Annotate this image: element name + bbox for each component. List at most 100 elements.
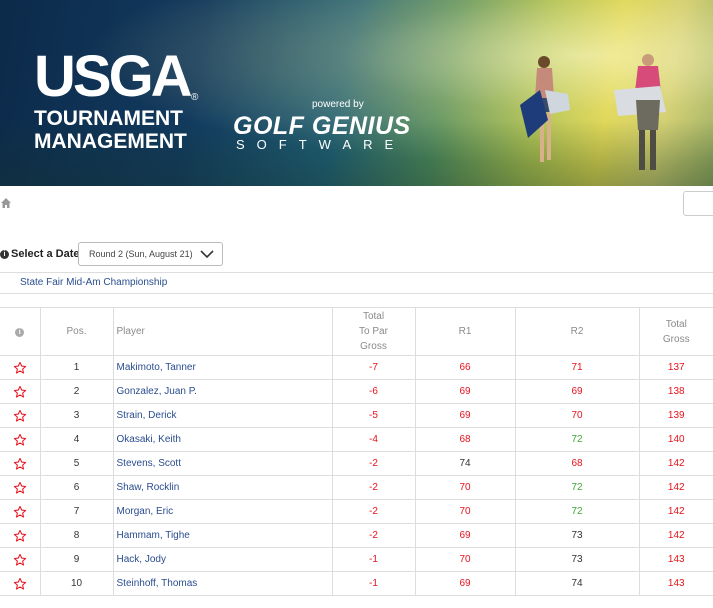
header-banner: USGA ® TOURNAMENT MANAGEMENT powered by … (0, 0, 713, 186)
player-name-cell[interactable]: Okasaki, Keith (112, 427, 333, 452)
position-cell: 10 (39, 571, 114, 596)
table-row[interactable]: 5 Stevens, Scott -2 74 68 142 (0, 451, 713, 476)
to-par-cell: -5 (331, 403, 416, 428)
date-select-dropdown[interactable]: Round 2 (Sun, August 21) (78, 242, 223, 266)
r1-score-cell: 70 (414, 475, 516, 500)
position-cell: 3 (39, 403, 114, 428)
tournament-name-link[interactable]: State Fair Mid-Am Championship (20, 277, 167, 288)
table-row[interactable]: 4 Okasaki, Keith -4 68 72 140 (0, 427, 713, 452)
registered-mark: ® (191, 92, 199, 103)
powered-by-text: powered by (312, 99, 364, 110)
r1-score-cell: 68 (414, 427, 516, 452)
table-row[interactable]: 7 Morgan, Eric -2 70 72 142 (0, 499, 713, 524)
col-header-pos[interactable]: Pos. (39, 307, 114, 356)
r1-score-cell: 70 (414, 499, 516, 524)
table-row[interactable]: 2 Gonzalez, Juan P. -6 69 69 138 (0, 379, 713, 404)
total-gross-cell: 142 (638, 475, 713, 500)
to-par-cell: -1 (331, 571, 416, 596)
player-name-cell[interactable]: Morgan, Eric (112, 499, 333, 524)
player-name-cell[interactable]: Strain, Derick (112, 403, 333, 428)
search-box[interactable] (683, 191, 713, 216)
star-outline-icon[interactable] (13, 529, 27, 543)
r2-score-cell: 73 (514, 523, 640, 548)
r1-score-cell: 66 (414, 355, 516, 380)
total-gross-cell: 139 (638, 403, 713, 428)
to-par-cell: -7 (331, 355, 416, 380)
to-par-cell: -1 (331, 547, 416, 572)
star-outline-icon[interactable] (13, 409, 27, 423)
table-row[interactable]: 3 Strain, Derick -5 69 70 139 (0, 403, 713, 428)
total-gross-cell: 143 (638, 547, 713, 572)
to-par-cell: -6 (331, 379, 416, 404)
banner-title-line1: TOURNAMENT (34, 107, 183, 130)
favorite-cell (0, 379, 41, 404)
table-row[interactable]: 1 Makimoto, Tanner -7 66 71 137 (0, 355, 713, 380)
golf-genius-logo: GOLF GENIUS (233, 112, 411, 140)
home-icon[interactable] (0, 197, 12, 209)
info-icon: i (15, 328, 25, 337)
table-row[interactable]: 10 Steinhoff, Thomas -1 69 74 143 (0, 571, 713, 596)
col-header-r2[interactable]: R2 (514, 307, 640, 356)
table-row[interactable]: 9 Hack, Jody -1 70 73 143 (0, 547, 713, 572)
favorite-cell (0, 355, 41, 380)
date-select-row: i Select a Date: (0, 244, 83, 264)
usga-logo: USGA (34, 44, 193, 109)
player-name-cell[interactable]: Stevens, Scott (112, 451, 333, 476)
star-outline-icon[interactable] (13, 481, 27, 495)
golf-genius-software-text: SOFTWARE (236, 137, 406, 152)
tournament-row: State Fair Mid-Am Championship (0, 272, 713, 294)
player-name-cell[interactable]: Steinhoff, Thomas (112, 571, 333, 596)
to-par-cell: -2 (331, 451, 416, 476)
position-cell: 6 (39, 475, 114, 500)
favorite-cell (0, 499, 41, 524)
info-icon: i (0, 249, 9, 259)
star-outline-icon[interactable] (13, 457, 27, 471)
to-par-cell: -4 (331, 427, 416, 452)
r2-score-cell: 72 (514, 499, 640, 524)
star-outline-icon[interactable] (13, 553, 27, 567)
to-par-cell: -2 (331, 475, 416, 500)
table-row[interactable]: 8 Hammam, Tighe -2 69 73 142 (0, 523, 713, 548)
col-header-player[interactable]: Player (112, 307, 333, 356)
r2-score-cell: 70 (514, 403, 640, 428)
position-cell: 7 (39, 499, 114, 524)
r2-score-cell: 74 (514, 571, 640, 596)
r2-score-cell: 69 (514, 379, 640, 404)
player-name-cell[interactable]: Hammam, Tighe (112, 523, 333, 548)
position-cell: 9 (39, 547, 114, 572)
r1-score-cell: 69 (414, 379, 516, 404)
player-name-cell[interactable]: Makimoto, Tanner (112, 355, 333, 380)
player-name-cell[interactable]: Gonzalez, Juan P. (112, 379, 333, 404)
total-gross-cell: 138 (638, 379, 713, 404)
star-outline-icon[interactable] (13, 577, 27, 591)
date-select-value: Round 2 (Sun, August 21) (89, 249, 193, 259)
total-gross-cell: 143 (638, 571, 713, 596)
r2-score-cell: 72 (514, 427, 640, 452)
date-select-label: Select a Date: (11, 248, 84, 260)
golfers-image (520, 54, 666, 170)
player-name-cell[interactable]: Shaw, Rocklin (112, 475, 333, 500)
star-outline-icon[interactable] (13, 361, 27, 375)
star-outline-icon[interactable] (13, 505, 27, 519)
position-cell: 1 (39, 355, 114, 380)
player-name-cell[interactable]: Hack, Jody (112, 547, 333, 572)
position-cell: 2 (39, 379, 114, 404)
favorite-cell (0, 571, 41, 596)
r2-score-cell: 73 (514, 547, 640, 572)
col-header-total-to-par[interactable]: Total To Par Gross (331, 307, 416, 356)
r1-score-cell: 69 (414, 403, 516, 428)
favorite-cell (0, 403, 41, 428)
table-header-row: i Pos. Player Total To Par Gross R1 R2 T… (0, 307, 713, 356)
total-gross-cell: 142 (638, 451, 713, 476)
r2-score-cell: 72 (514, 475, 640, 500)
table-row[interactable]: 6 Shaw, Rocklin -2 70 72 142 (0, 475, 713, 500)
r1-score-cell: 70 (414, 547, 516, 572)
col-header-total-gross[interactable]: Total Gross (638, 307, 713, 356)
favorite-cell (0, 475, 41, 500)
banner-title-line2: MANAGEMENT (34, 130, 187, 153)
col-header-r1[interactable]: R1 (414, 307, 516, 356)
r1-score-cell: 74 (414, 451, 516, 476)
r2-score-cell: 71 (514, 355, 640, 380)
star-outline-icon[interactable] (13, 385, 27, 399)
star-outline-icon[interactable] (13, 433, 27, 447)
